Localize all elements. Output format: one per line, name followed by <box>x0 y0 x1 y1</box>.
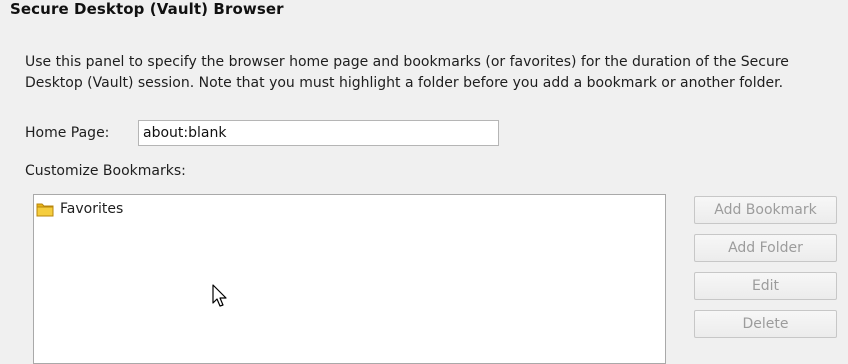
tree-item-label: Favorites <box>60 201 124 217</box>
add-folder-button[interactable]: Add Folder <box>694 234 837 262</box>
bookmarks-tree[interactable]: Favorites <box>33 194 666 364</box>
edit-button[interactable]: Edit <box>694 272 837 300</box>
panel-description: Use this panel to specify the browser ho… <box>25 54 789 91</box>
tree-item-favorites[interactable]: Favorites <box>36 199 123 219</box>
customize-bookmarks-label: Customize Bookmarks: <box>25 163 186 179</box>
add-bookmark-button[interactable]: Add Bookmark <box>694 196 837 224</box>
home-page-label: Home Page: <box>25 125 110 141</box>
delete-button[interactable]: Delete <box>694 310 837 338</box>
folder-icon <box>36 201 54 217</box>
home-page-input[interactable] <box>138 120 499 146</box>
panel-title: Secure Desktop (Vault) Browser <box>10 0 284 18</box>
mouse-pointer-icon <box>212 284 230 308</box>
